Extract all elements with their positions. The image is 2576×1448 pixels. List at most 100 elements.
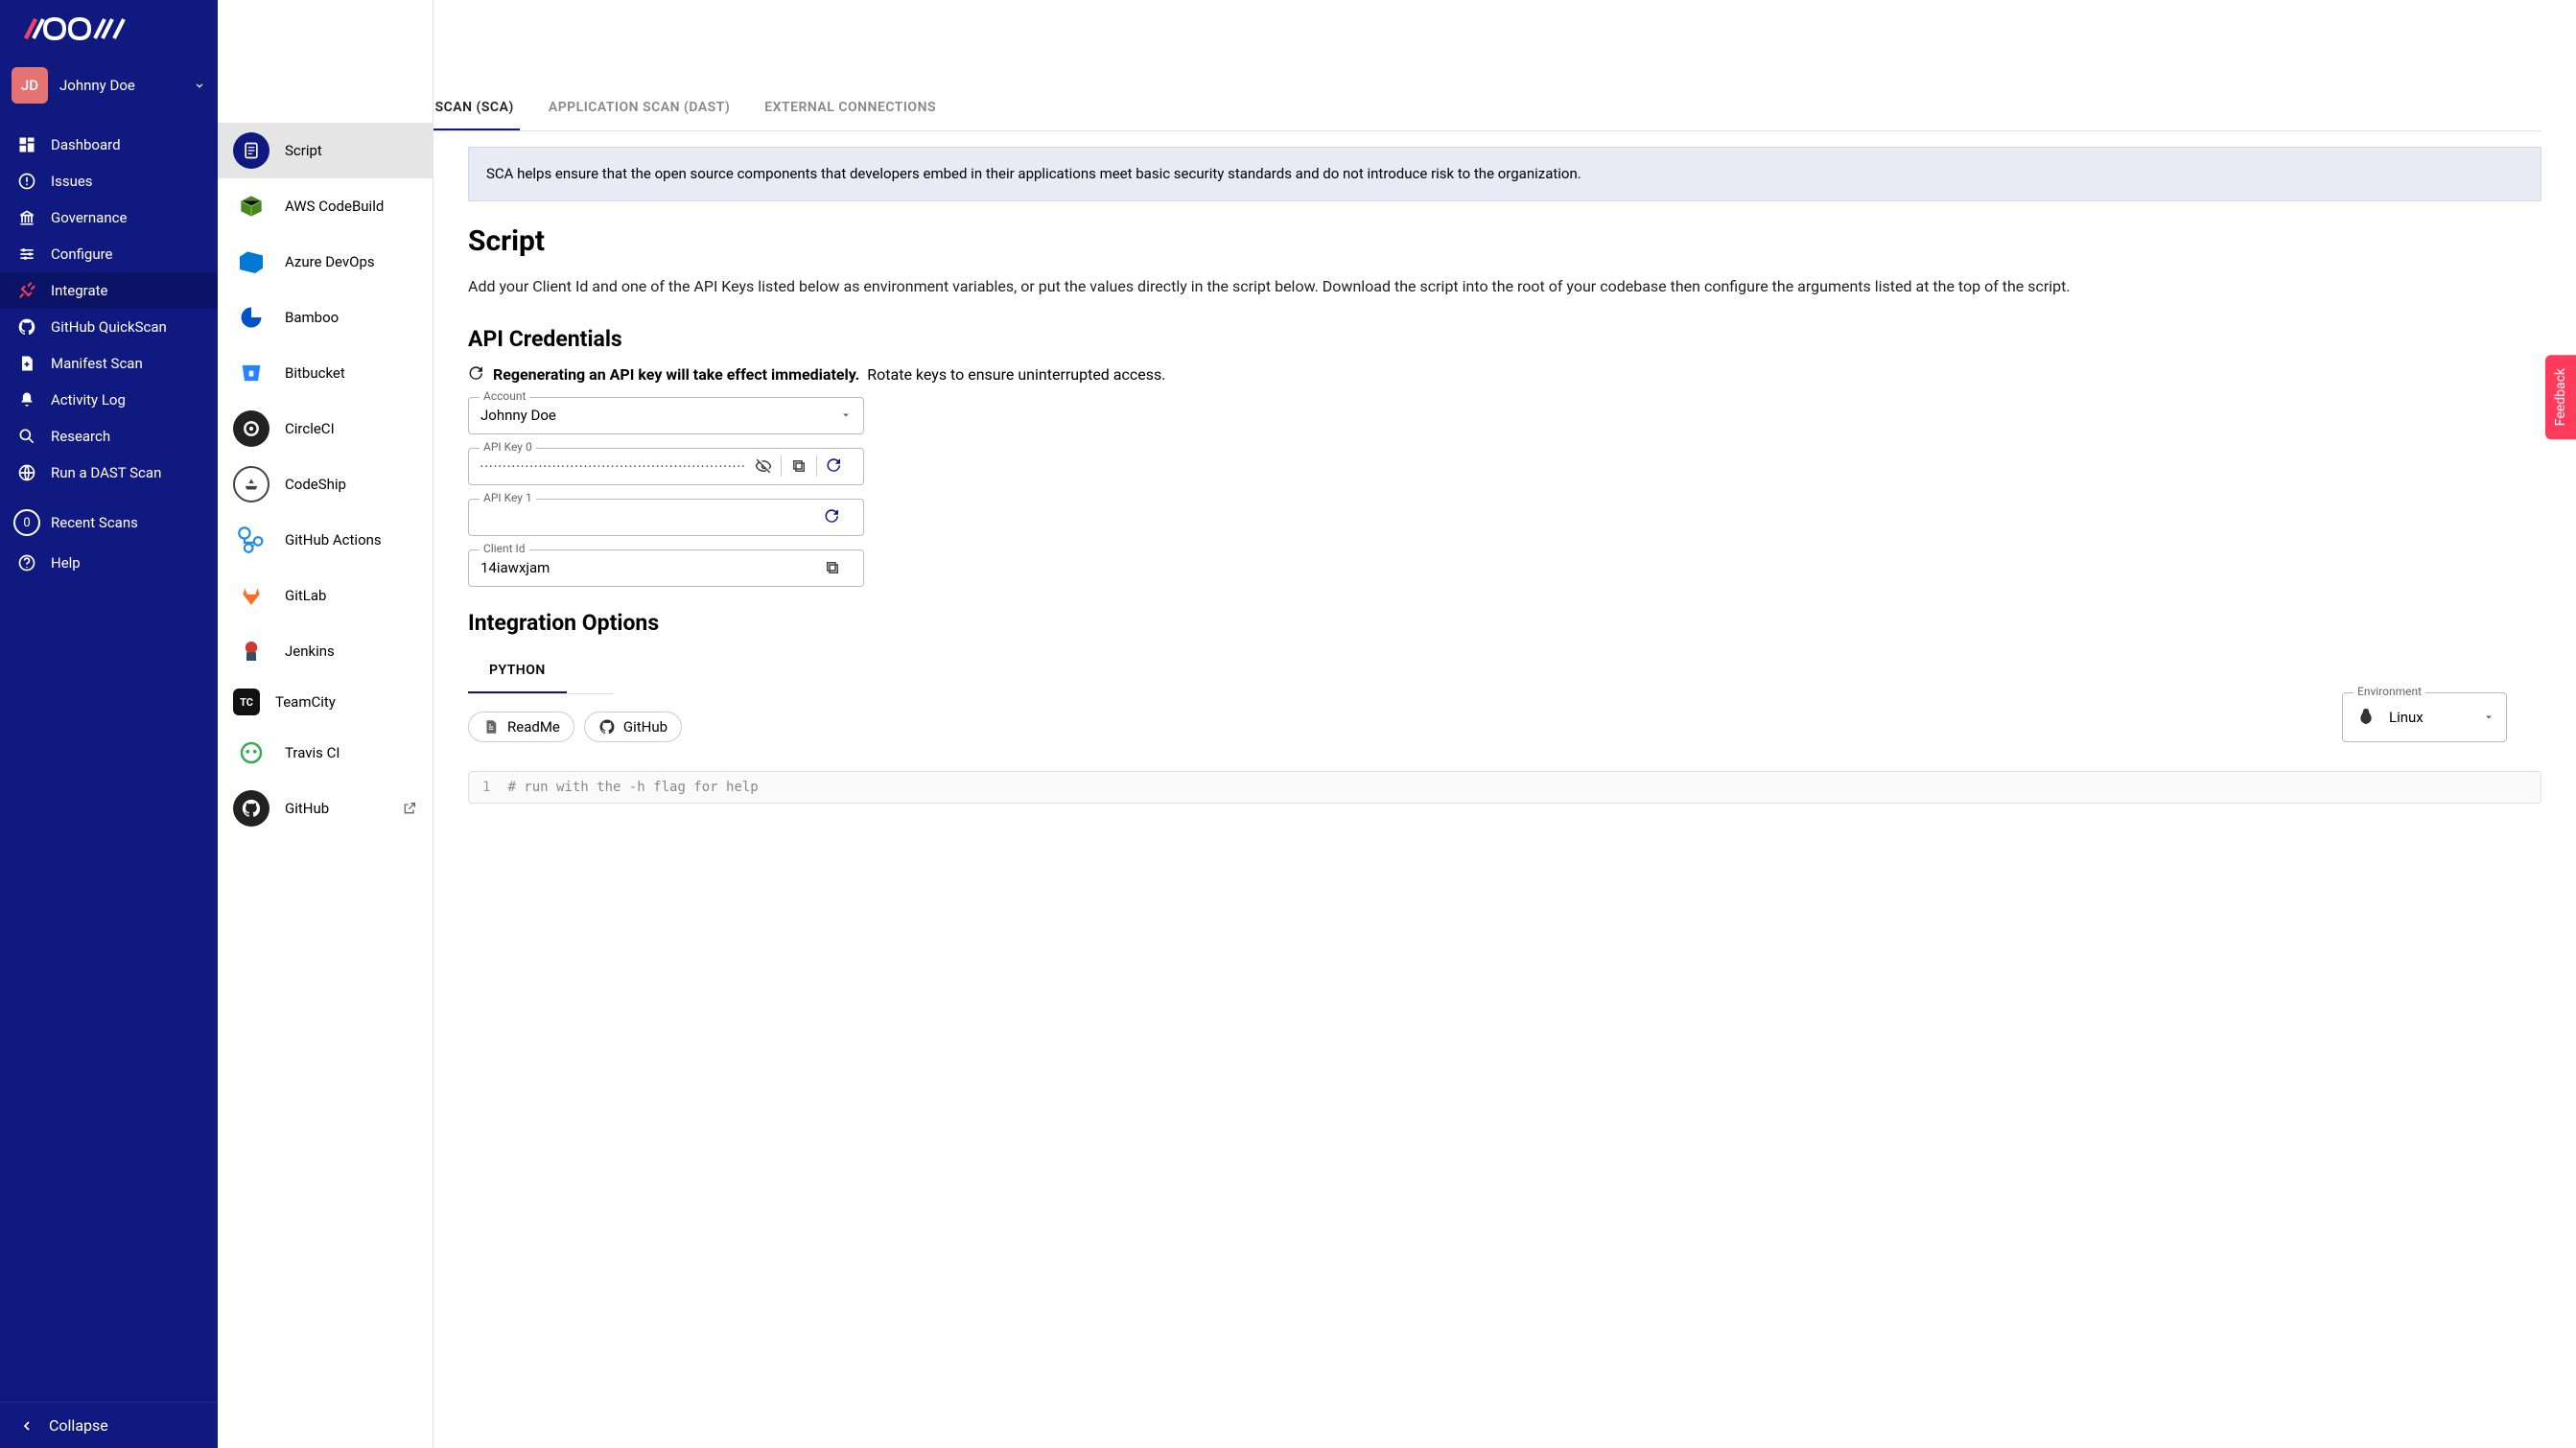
search-icon <box>17 427 36 446</box>
api-credentials-heading: API Credentials <box>468 326 2541 352</box>
integration-list: Script AWS CodeBuild Azure DevOps Bamboo… <box>218 0 433 1448</box>
codeship-icon <box>233 466 269 502</box>
int-item-jenkins[interactable]: Jenkins <box>218 623 433 679</box>
regenerate-button[interactable] <box>819 503 846 530</box>
int-item-bitbucket[interactable]: Bitbucket <box>218 345 433 401</box>
chevron-down-icon <box>2483 712 2494 723</box>
api-key-0-group: API Key 0 ••••••••••••••••••••••••••••••… <box>468 448 864 485</box>
environment-select-group: Environment Linux <box>2342 692 2507 742</box>
refresh-icon <box>468 365 485 383</box>
bitbucket-icon <box>233 355 269 391</box>
github-button[interactable]: GitHub <box>584 712 682 742</box>
gitlab-icon <box>233 577 269 614</box>
account-select-group: Account Johnny Doe <box>468 397 864 434</box>
bell-icon <box>17 390 36 409</box>
chevron-down-icon <box>193 79 206 92</box>
int-item-script[interactable]: Script <box>218 123 433 178</box>
nav-research[interactable]: Research <box>0 418 218 455</box>
recent-count-badge: 0 <box>13 509 40 536</box>
page-title: Integrate <box>433 15 2541 54</box>
main-content: Integrate OVERVIEW MANIFEST SCAN (SCA) A… <box>433 0 2576 1448</box>
logo <box>0 0 218 58</box>
nav-recent-scans[interactable]: 0Recent Scans <box>0 501 218 545</box>
nav-governance[interactable]: Governance <box>0 199 218 236</box>
tab-manifest-sca[interactable]: MANIFEST SCAN (SCA) <box>433 90 520 130</box>
linux-icon <box>2354 706 2377 729</box>
nav-configure[interactable]: Configure <box>0 236 218 272</box>
section-desc: Add your Client Id and one of the API Ke… <box>468 273 2541 299</box>
sliders-icon <box>17 245 36 264</box>
nav-manifest-scan[interactable]: Manifest Scan <box>0 345 218 382</box>
external-link-icon <box>402 801 417 816</box>
int-item-gh-actions[interactable]: GitHub Actions <box>218 512 433 568</box>
resource-links: ReadMe GitHub <box>468 712 2541 742</box>
jenkins-icon <box>233 633 269 669</box>
sidebar-collapse[interactable]: Collapse <box>0 1402 218 1448</box>
user-name: Johnny Doe <box>59 77 181 94</box>
aws-codebuild-icon <box>233 188 269 224</box>
dashboard-icon <box>17 135 36 154</box>
integration-options-heading: Integration Options <box>468 610 2541 636</box>
copy-button[interactable] <box>787 453 810 479</box>
governance-icon <box>17 208 36 227</box>
nav-run-dast[interactable]: Run a DAST Scan <box>0 455 218 491</box>
nav-help[interactable]: Help <box>0 545 218 581</box>
help-icon <box>17 553 36 572</box>
int-item-circleci[interactable]: CircleCI <box>218 401 433 456</box>
api-key-1-group: API Key 1 <box>468 499 864 536</box>
api-key-0-label: API Key 0 <box>480 440 536 454</box>
github-icon <box>233 790 269 827</box>
globe-icon <box>17 463 36 482</box>
int-item-codeship[interactable]: CodeShip <box>218 456 433 512</box>
int-item-aws[interactable]: AWS CodeBuild <box>218 178 433 234</box>
avatar: JD <box>12 67 48 104</box>
int-item-gitlab[interactable]: GitLab <box>218 568 433 623</box>
alert-icon <box>17 172 36 191</box>
language-tabs: PYTHON <box>468 653 614 694</box>
api-key-1-label: API Key 1 <box>480 491 536 504</box>
int-item-travis[interactable]: Travis CI <box>218 725 433 781</box>
section-heading: Script <box>468 224 2541 258</box>
int-item-bamboo[interactable]: Bamboo <box>218 290 433 345</box>
github-icon <box>17 317 36 337</box>
int-item-azure[interactable]: Azure DevOps <box>218 234 433 290</box>
environment-label: Environment <box>2354 685 2425 698</box>
user-menu[interactable]: JD Johnny Doe <box>0 58 218 113</box>
tab-python[interactable]: PYTHON <box>468 653 567 693</box>
bamboo-icon <box>233 299 269 336</box>
tab-dast[interactable]: APPLICATION SCAN (DAST) <box>543 90 736 130</box>
tab-external[interactable]: EXTERNAL CONNECTIONS <box>759 90 942 130</box>
nav-integrate[interactable]: Integrate <box>0 272 218 309</box>
int-item-teamcity[interactable]: TCTeamCity <box>218 679 433 725</box>
circleci-icon <box>233 410 269 447</box>
file-plus-icon <box>17 354 36 373</box>
feedback-tab[interactable]: Feedback <box>2545 355 2576 439</box>
account-label: Account <box>480 389 529 403</box>
page-tabs: OVERVIEW MANIFEST SCAN (SCA) APPLICATION… <box>433 90 2541 131</box>
client-id-label: Client Id <box>480 542 529 555</box>
nav-issues[interactable]: Issues <box>0 163 218 199</box>
environment-select[interactable]: Linux <box>2342 692 2507 742</box>
int-item-github[interactable]: GitHub <box>218 781 433 836</box>
nav-dashboard[interactable]: Dashboard <box>0 127 218 163</box>
script-icon <box>233 132 269 169</box>
info-banner: SCA helps ensure that the open source co… <box>468 147 2541 201</box>
github-actions-icon <box>233 522 269 558</box>
travis-icon <box>233 735 269 771</box>
sidebar: JD Johnny Doe Dashboard Issues Governanc… <box>0 0 218 1448</box>
chevron-down-icon <box>840 409 852 421</box>
copy-button[interactable] <box>819 554 846 581</box>
nav-github-quickscan[interactable]: GitHub QuickScan <box>0 309 218 345</box>
regen-notice: Regenerating an API key will take effect… <box>468 365 2541 384</box>
code-preview: 1# run with the -h flag for help <box>468 771 2541 804</box>
teamcity-icon: TC <box>233 689 260 715</box>
readme-button[interactable]: ReadMe <box>468 712 574 742</box>
visibility-toggle-button[interactable] <box>752 453 775 479</box>
client-id-group: Client Id 14iawxjam <box>468 549 864 587</box>
regenerate-button[interactable] <box>823 453 846 479</box>
azure-devops-icon <box>233 244 269 280</box>
plug-icon <box>17 281 36 300</box>
chevron-left-icon <box>19 1418 35 1434</box>
nav-activity-log[interactable]: Activity Log <box>0 382 218 418</box>
nav-list: Dashboard Issues Governance Configure In… <box>0 127 218 1402</box>
